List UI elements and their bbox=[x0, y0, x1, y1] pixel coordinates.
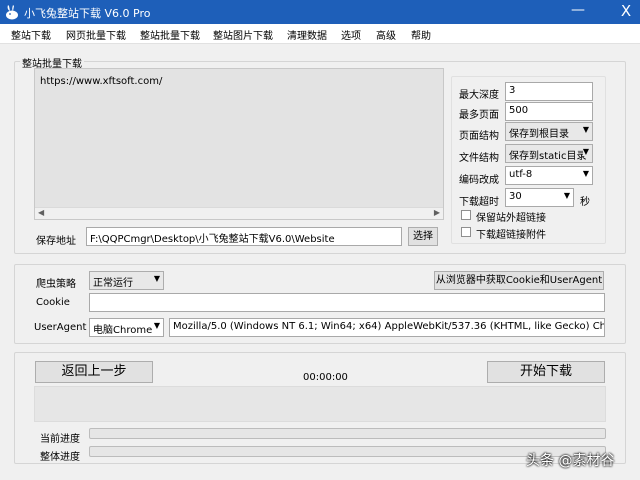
keep-external-links-label: 保留站外超链接 bbox=[476, 213, 546, 224]
file-structure-select[interactable]: 保存到static目录 ▼ bbox=[505, 144, 593, 163]
useragent-browser-select[interactable]: 电脑Chrome ▼ bbox=[89, 318, 164, 337]
timeout-label: 下载超时 bbox=[459, 197, 499, 208]
chevron-down-icon: ▼ bbox=[563, 191, 570, 200]
menu-options[interactable]: 选项 bbox=[341, 27, 361, 42]
menu-page-batch-download[interactable]: 网页批量下载 bbox=[66, 27, 126, 42]
max-pages-input[interactable]: 500 bbox=[505, 102, 593, 121]
horizontal-scrollbar[interactable]: ◀ ▶ bbox=[35, 207, 443, 219]
choose-folder-button[interactable]: 选择 bbox=[408, 227, 438, 246]
cookie-label: Cookie bbox=[36, 297, 70, 308]
encoding-select[interactable]: utf-8 ▼ bbox=[505, 166, 593, 185]
menu-advanced[interactable]: 高级 bbox=[376, 27, 396, 42]
url-list-textarea[interactable]: https://www.xftsoft.com/ ◀ ▶ bbox=[34, 68, 444, 220]
get-cookie-useragent-button[interactable]: 从浏览器中获取Cookie和UserAgent bbox=[434, 271, 604, 290]
menu-site-batch-download[interactable]: 整站批量下载 bbox=[140, 27, 200, 42]
useragent-input[interactable]: Mozilla/5.0 (Windows NT 6.1; Win64; x64)… bbox=[169, 318, 605, 337]
watermark-text: 头条 @素材谷 bbox=[526, 453, 615, 469]
window-title: 小飞兔整站下载 V6.0 Pro bbox=[24, 7, 151, 20]
menu-site-image-download[interactable]: 整站图片下载 bbox=[213, 27, 273, 42]
minimize-button[interactable]: — bbox=[566, 2, 590, 22]
close-button[interactable]: X bbox=[616, 2, 636, 22]
back-button[interactable]: 返回上一步 bbox=[35, 361, 153, 383]
page-structure-label: 页面结构 bbox=[459, 131, 499, 142]
chevron-down-icon: ▼ bbox=[582, 169, 589, 178]
chevron-down-icon: ▼ bbox=[153, 274, 160, 283]
chevron-down-icon: ▼ bbox=[153, 321, 160, 330]
max-pages-label: 最多页面 bbox=[459, 110, 499, 121]
chevron-down-icon: ▼ bbox=[582, 125, 589, 134]
log-area bbox=[34, 386, 606, 422]
max-depth-input[interactable]: 3 bbox=[505, 82, 593, 101]
file-structure-value: 保存到static目录 bbox=[509, 151, 587, 162]
menu-clean-data[interactable]: 清理数据 bbox=[287, 27, 327, 42]
download-attachments-label: 下载超链接附件 bbox=[476, 230, 546, 241]
timeout-select[interactable]: 30 ▼ bbox=[505, 188, 574, 207]
keep-external-links-checkbox[interactable] bbox=[461, 210, 471, 220]
url-list-text: https://www.xftsoft.com/ bbox=[40, 76, 163, 87]
menu-bar: 整站下载 网页批量下载 整站批量下载 整站图片下载 清理数据 选项 高级 帮助 bbox=[0, 24, 640, 44]
page-structure-value: 保存到根目录 bbox=[509, 129, 569, 140]
cookie-input[interactable] bbox=[89, 293, 605, 312]
chevron-down-icon: ▼ bbox=[582, 147, 589, 156]
useragent-label: UserAgent bbox=[34, 322, 87, 333]
encoding-label: 编码改成 bbox=[459, 175, 499, 186]
elapsed-timer: 00:00:00 bbox=[303, 372, 348, 383]
max-depth-label: 最大深度 bbox=[459, 90, 499, 101]
title-bar: 小飞兔整站下载 V6.0 Pro — X bbox=[0, 0, 640, 24]
scroll-left-icon[interactable]: ◀ bbox=[38, 208, 44, 217]
timeout-value: 30 bbox=[509, 191, 522, 202]
menu-site-download[interactable]: 整站下载 bbox=[11, 27, 51, 42]
crawl-strategy-label: 爬虫策略 bbox=[36, 279, 76, 290]
useragent-browser-value: 电脑Chrome bbox=[93, 325, 153, 336]
crawl-strategy-select[interactable]: 正常运行 ▼ bbox=[89, 271, 164, 290]
current-progress-bar bbox=[89, 428, 606, 439]
menu-help[interactable]: 帮助 bbox=[411, 27, 431, 42]
start-download-button[interactable]: 开始下载 bbox=[487, 361, 605, 383]
current-progress-label: 当前进度 bbox=[40, 434, 80, 445]
download-attachments-checkbox[interactable] bbox=[461, 227, 471, 237]
save-path-input[interactable]: F:\QQPCmgr\Desktop\小飞兔整站下载V6.0\Website bbox=[86, 227, 402, 246]
rabbit-icon bbox=[4, 4, 20, 20]
encoding-value: utf-8 bbox=[509, 169, 533, 180]
file-structure-label: 文件结构 bbox=[459, 153, 499, 164]
page-structure-select[interactable]: 保存到根目录 ▼ bbox=[505, 122, 593, 141]
overall-progress-label: 整体进度 bbox=[40, 452, 80, 463]
timeout-unit: 秒 bbox=[580, 197, 590, 208]
save-path-label: 保存地址 bbox=[36, 236, 76, 247]
crawl-strategy-value: 正常运行 bbox=[93, 278, 133, 289]
scroll-right-icon[interactable]: ▶ bbox=[434, 208, 440, 217]
